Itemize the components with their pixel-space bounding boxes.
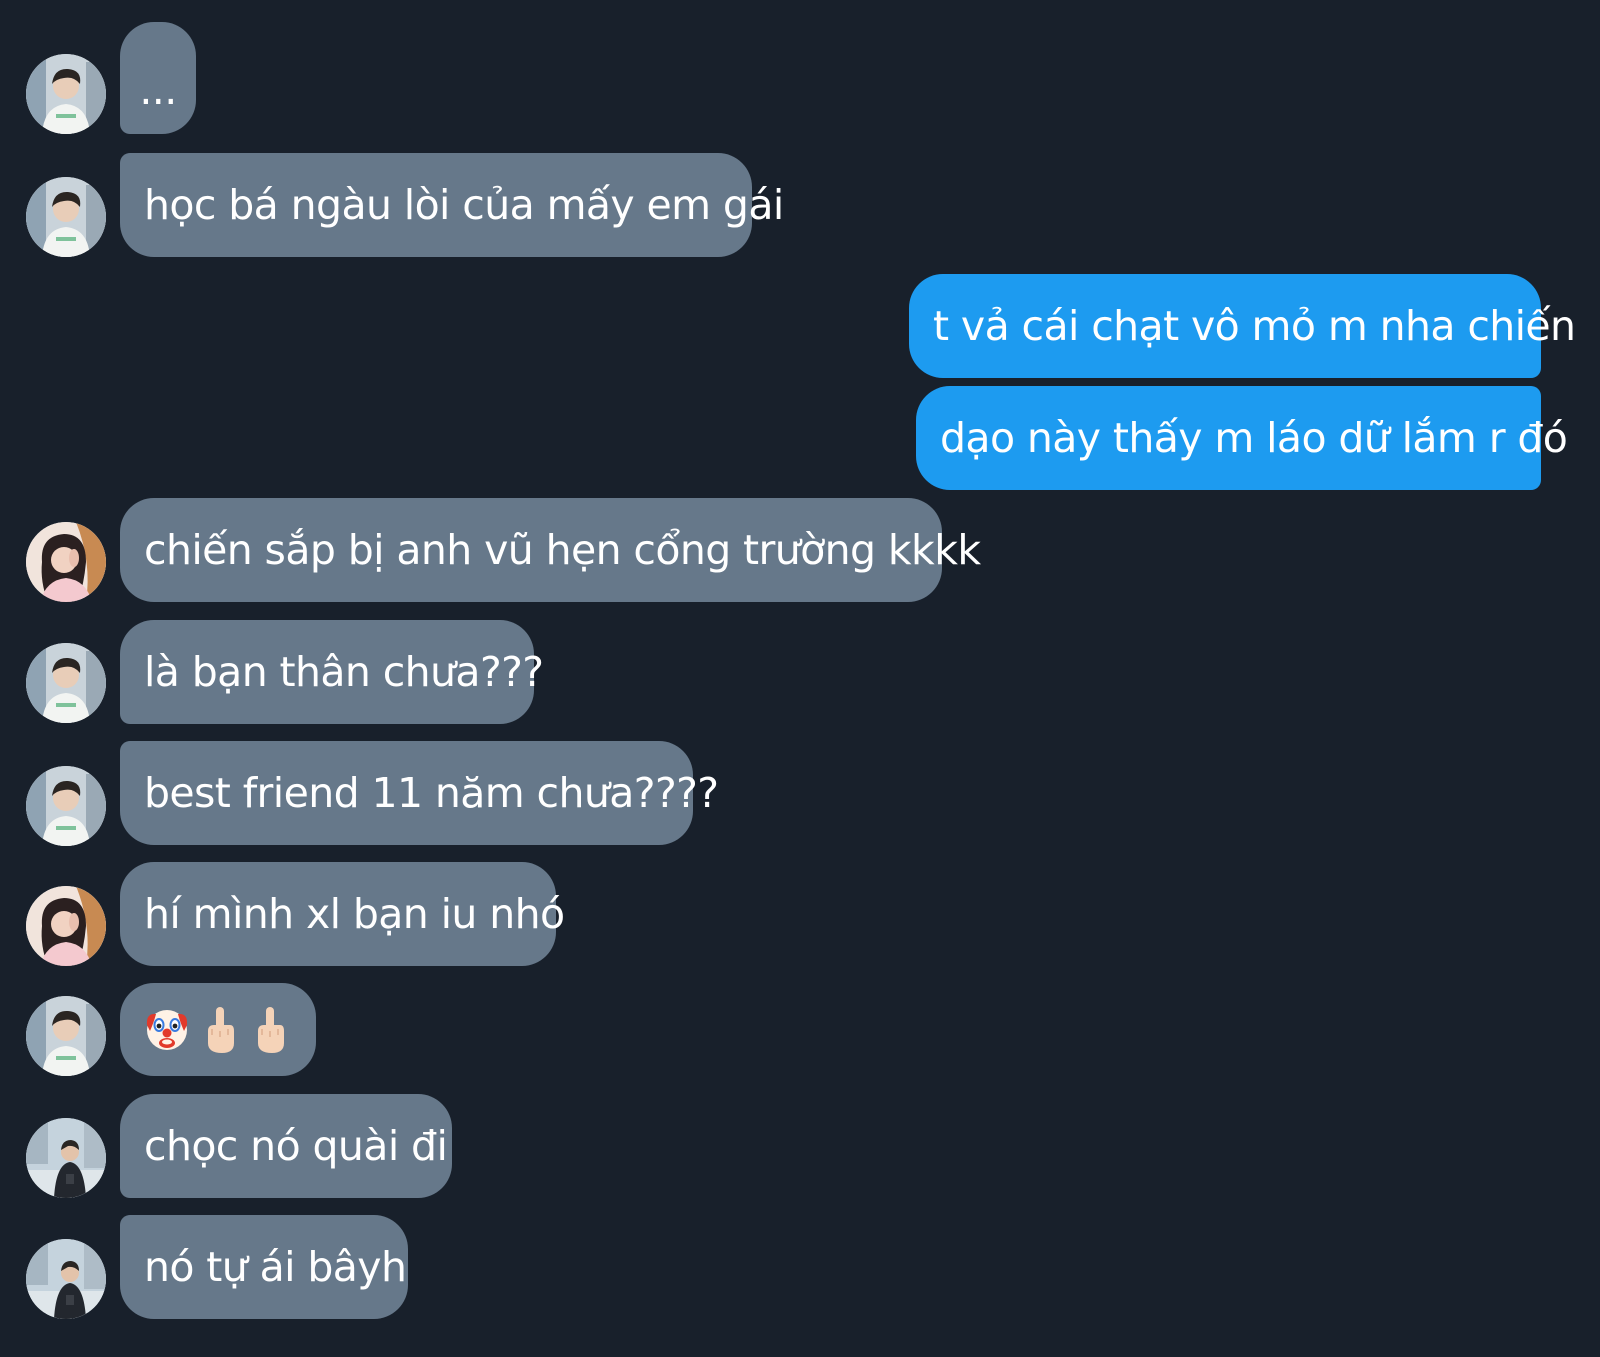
message-text: best friend 11 năm chưa???? [144, 769, 719, 817]
message-text: t vả cái chạt vô mỏ m nha chiến [933, 302, 1576, 350]
avatar-friend-a[interactable] [26, 766, 106, 846]
message-bubble[interactable]: t vả cái chạt vô mỏ m nha chiến [909, 274, 1576, 378]
message-bubble[interactable]: best friend 11 năm chưa???? [120, 741, 719, 845]
message-bubble[interactable]: chọc nó quài đi [120, 1094, 452, 1198]
avatar-friend-b[interactable] [26, 886, 106, 966]
message-text: dạo này thấy m láo dữ lắm r đó [940, 414, 1568, 462]
avatar-friend-a[interactable] [26, 996, 106, 1076]
message-bubble[interactable]: chiến sắp bị anh vũ hẹn cổng trường kkkk [120, 498, 981, 602]
middle-finger-icon [200, 1005, 240, 1055]
message-text: ... [139, 66, 177, 114]
avatar-friend-b[interactable] [26, 522, 106, 602]
message-text: học bá ngàu lòi của mấy em gái [144, 181, 784, 229]
avatar-friend-a[interactable] [26, 54, 106, 134]
avatar-friend-a[interactable] [26, 177, 106, 257]
message-bubble[interactable]: hí mình xl bạn iu nhó [120, 862, 565, 966]
message-bubble[interactable]: học bá ngàu lòi của mấy em gái [120, 153, 784, 257]
avatar-friend-c[interactable] [26, 1118, 106, 1198]
middle-finger-icon [250, 1005, 290, 1055]
message-text: chọc nó quài đi [144, 1122, 448, 1170]
message-bubble[interactable]: nó tự ái bâyh [120, 1215, 408, 1319]
message-text: nó tự ái bâyh [144, 1243, 407, 1291]
message-bubble[interactable]: dạo này thấy m láo dữ lắm r đó [916, 386, 1568, 490]
clown-face-icon [144, 1007, 190, 1053]
message-text: hí mình xl bạn iu nhó [144, 890, 565, 938]
message-text: là bạn thân chưa??? [144, 648, 544, 696]
avatar-friend-a[interactable] [26, 643, 106, 723]
message-text: chiến sắp bị anh vũ hẹn cổng trường kkkk [144, 526, 981, 574]
emoji-row [144, 1005, 290, 1055]
message-bubble[interactable] [120, 983, 316, 1076]
message-bubble[interactable]: ... [120, 22, 196, 134]
message-bubble[interactable]: là bạn thân chưa??? [120, 620, 544, 724]
avatar-friend-c[interactable] [26, 1239, 106, 1319]
